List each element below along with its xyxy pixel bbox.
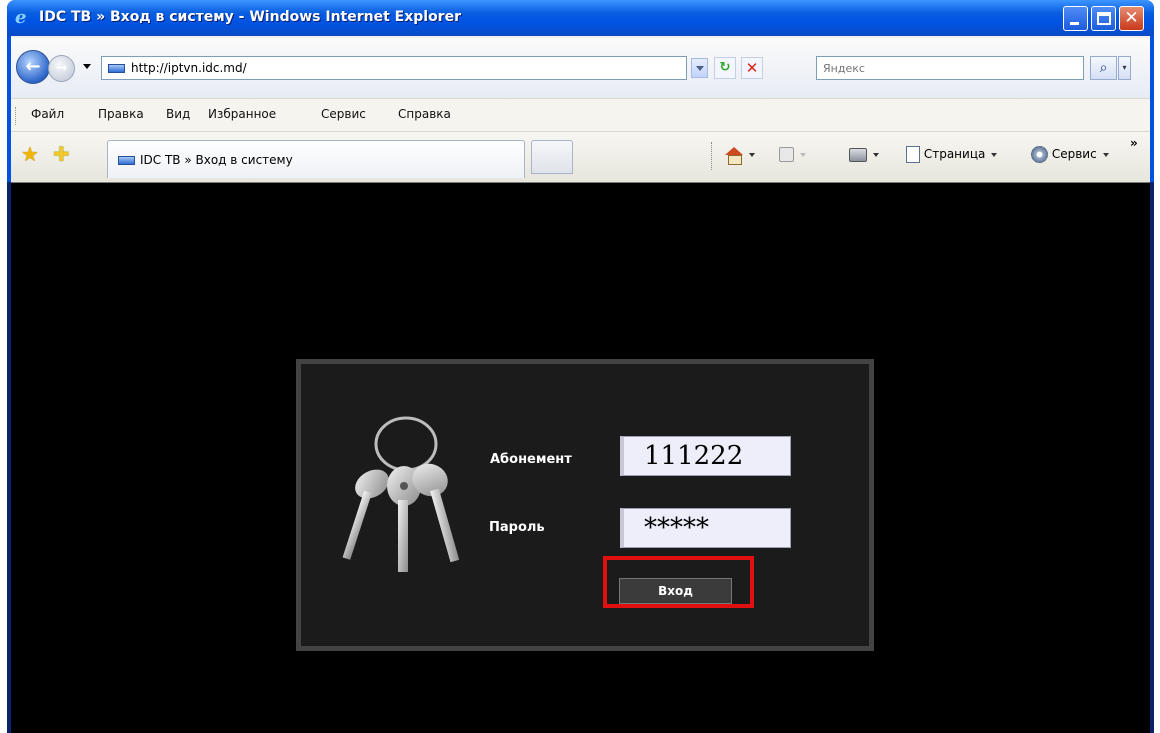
page-menu-button[interactable]: Страница — [906, 144, 998, 164]
toolbar-grip[interactable] — [15, 107, 18, 125]
menu-item-tools[interactable]: Сервис — [321, 107, 366, 121]
tools-menu-label: Сервис — [1051, 147, 1097, 161]
chevron-down-icon[interactable] — [873, 152, 879, 157]
address-toolbar: ← → http://iptvn.idc.md/ ↻ ✕ ⌕ ▾ — [11, 38, 1150, 98]
print-icon — [849, 147, 867, 162]
refresh-icon: ↻ — [719, 60, 731, 75]
tab-label: IDC ТВ » Вход в систему — [140, 153, 293, 167]
subscriber-label: Абонемент — [490, 452, 572, 467]
close-button[interactable]: ✕ — [1119, 6, 1144, 31]
address-dropdown-button[interactable] — [691, 58, 708, 78]
back-button[interactable]: ← — [16, 50, 50, 84]
menu-item-edit[interactable]: Правка — [98, 107, 144, 121]
search-icon: ⌕ — [1099, 60, 1108, 76]
page-icon — [118, 156, 135, 165]
chevron-down-icon[interactable] — [749, 152, 755, 157]
back-icon: ← — [25, 56, 41, 77]
minimize-icon — [1070, 22, 1079, 25]
title-bar[interactable]: e IDC ТВ » Вход в систему - Windows Inte… — [7, 0, 1154, 36]
gear-icon — [1031, 146, 1048, 163]
stop-icon: ✕ — [745, 59, 759, 77]
subscriber-input[interactable] — [620, 436, 791, 476]
menu-item-help[interactable]: Справка — [398, 107, 451, 121]
search-options-button[interactable]: ▾ — [1118, 56, 1131, 80]
menu-item-view[interactable]: Вид — [166, 107, 190, 121]
print-button[interactable] — [849, 144, 879, 164]
toolbar-overflow-chevron[interactable]: » — [1130, 136, 1138, 150]
home-icon — [725, 146, 743, 165]
add-favorite-icon[interactable]: ✚ — [53, 144, 70, 164]
feeds-button[interactable] — [779, 144, 806, 164]
minimize-button[interactable] — [1063, 6, 1088, 31]
command-bar-grip — [711, 142, 714, 170]
chevron-down-icon — [800, 152, 806, 157]
page-icon — [108, 64, 125, 73]
password-input[interactable] — [620, 508, 791, 548]
favorites-star-icon[interactable]: ★ — [21, 144, 39, 164]
page-menu-icon — [906, 146, 920, 163]
ie-icon: e — [15, 7, 27, 28]
refresh-button[interactable]: ↻ — [714, 57, 736, 79]
maximize-button[interactable] — [1091, 6, 1116, 31]
chevron-down-icon — [991, 152, 998, 157]
tab-bar: ★ ✚ IDC ТВ » Вход в систему Страница Сер… — [11, 132, 1150, 182]
search-button[interactable]: ⌕ — [1090, 56, 1117, 80]
maximize-icon — [1097, 12, 1111, 25]
home-button[interactable] — [725, 144, 755, 165]
tools-menu-button[interactable]: Сервис — [1031, 144, 1109, 164]
forward-icon: → — [55, 60, 68, 76]
menu-bar: Файл Правка Вид Избранное Сервис Справка — [11, 98, 1150, 132]
chevron-down-icon — [1102, 152, 1109, 157]
password-label: Пароль — [489, 520, 545, 535]
close-icon: ✕ — [1124, 8, 1139, 28]
address-url[interactable]: http://iptvn.idc.md/ — [131, 61, 247, 75]
forward-button[interactable]: → — [48, 55, 75, 82]
address-field[interactable]: http://iptvn.idc.md/ — [101, 56, 687, 80]
search-input[interactable] — [817, 57, 1083, 79]
menu-item-file[interactable]: Файл — [31, 107, 64, 121]
feed-icon — [779, 147, 794, 162]
page-menu-label: Страница — [923, 147, 986, 161]
window-title: IDC ТВ » Вход в систему - Windows Intern… — [39, 9, 461, 25]
chevron-down-icon: ▾ — [1122, 63, 1127, 72]
search-box — [816, 56, 1084, 80]
tab-active[interactable]: IDC ТВ » Вход в систему — [107, 140, 525, 178]
login-button-highlight — [603, 556, 754, 608]
keys-icon — [342, 416, 460, 572]
history-dropdown-arrow[interactable] — [83, 64, 91, 69]
menu-item-favorites[interactable]: Избранное — [208, 107, 276, 121]
stop-button[interactable]: ✕ — [741, 57, 763, 79]
new-tab-button[interactable] — [531, 140, 573, 174]
